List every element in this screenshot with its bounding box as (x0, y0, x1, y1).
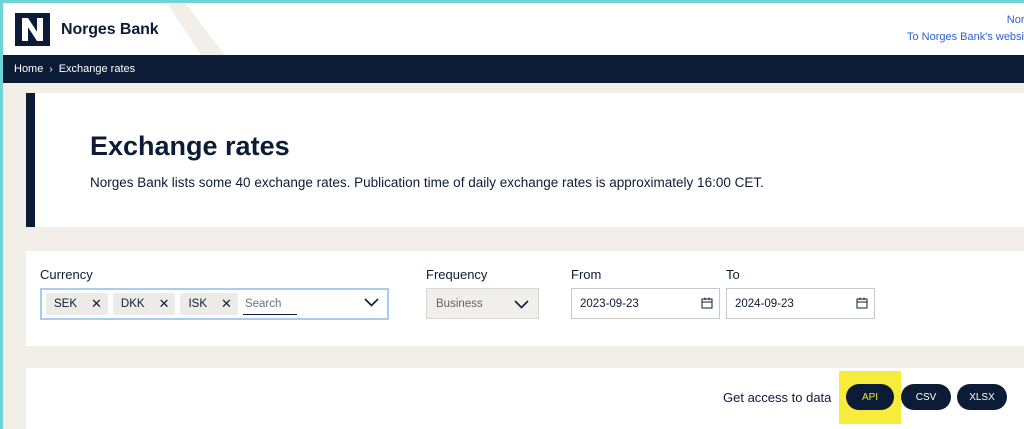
chevron-down-icon[interactable] (364, 297, 379, 307)
top-links: Nors To Norges Bank's websi (907, 12, 1024, 46)
currency-chip: SEK ✕ (46, 293, 108, 315)
hero-accent-bar (26, 93, 35, 227)
frequency-select[interactable]: Business (426, 288, 539, 319)
breadcrumb-home[interactable]: Home (14, 63, 43, 75)
frequency-label: Frequency (426, 267, 488, 282)
to-date-value: 2024-09-23 (735, 297, 794, 310)
from-date-value: 2023-09-23 (580, 297, 639, 310)
top-link-website[interactable]: To Norges Bank's websi (907, 29, 1024, 46)
api-button[interactable]: API (846, 384, 894, 410)
to-label: To (726, 267, 740, 282)
close-icon[interactable]: ✕ (159, 296, 170, 312)
top-link-nors[interactable]: Nors (907, 12, 1024, 29)
currency-search-input[interactable] (242, 293, 297, 315)
brand-name: Norges Bank (61, 20, 159, 38)
breadcrumb-current: Exchange rates (58, 63, 136, 75)
chevron-right-icon: › (49, 63, 53, 75)
hero-panel: Exchange rates Norges Bank lists some 40… (26, 93, 1024, 227)
currency-label: Currency (40, 267, 93, 282)
logo[interactable]: Norges Bank (15, 13, 159, 46)
to-date-field[interactable]: 2024-09-23 (726, 288, 875, 319)
close-icon[interactable]: ✕ (221, 296, 232, 312)
access-label: Get access to data (723, 390, 832, 405)
currency-chip: DKK ✕ (112, 293, 176, 315)
page-description: Norges Bank lists some 40 exchange rates… (90, 175, 764, 190)
chip-label: ISK (188, 298, 208, 310)
header-tab-shape (165, 0, 225, 55)
xlsx-button[interactable]: XLSX (957, 384, 1007, 410)
from-label: From (571, 267, 602, 282)
norges-bank-logo-icon (15, 13, 50, 46)
site-header: Norges Bank Nors To Norges Bank's websi (0, 0, 1024, 55)
data-access-panel: Get access to data API CSV XLSX (26, 368, 1024, 429)
breadcrumb: Home › Exchange rates (0, 55, 1024, 83)
calendar-icon[interactable] (701, 297, 713, 309)
csv-button[interactable]: CSV (901, 384, 951, 410)
currency-chip: ISK ✕ (180, 293, 238, 315)
chip-label: DKK (120, 298, 145, 310)
filters-panel: Currency SEK ✕ DKK ✕ ISK ✕ Frequency Bus… (26, 251, 1024, 346)
page-title: Exchange rates (90, 131, 290, 161)
from-date-field[interactable]: 2023-09-23 (571, 288, 720, 319)
chip-label: SEK (54, 298, 78, 310)
calendar-icon[interactable] (856, 297, 868, 309)
chevron-down-icon (514, 300, 529, 309)
close-icon[interactable]: ✕ (91, 296, 102, 312)
currency-multiselect[interactable]: SEK ✕ DKK ✕ ISK ✕ (40, 288, 389, 320)
frequency-value: Business (436, 297, 483, 310)
